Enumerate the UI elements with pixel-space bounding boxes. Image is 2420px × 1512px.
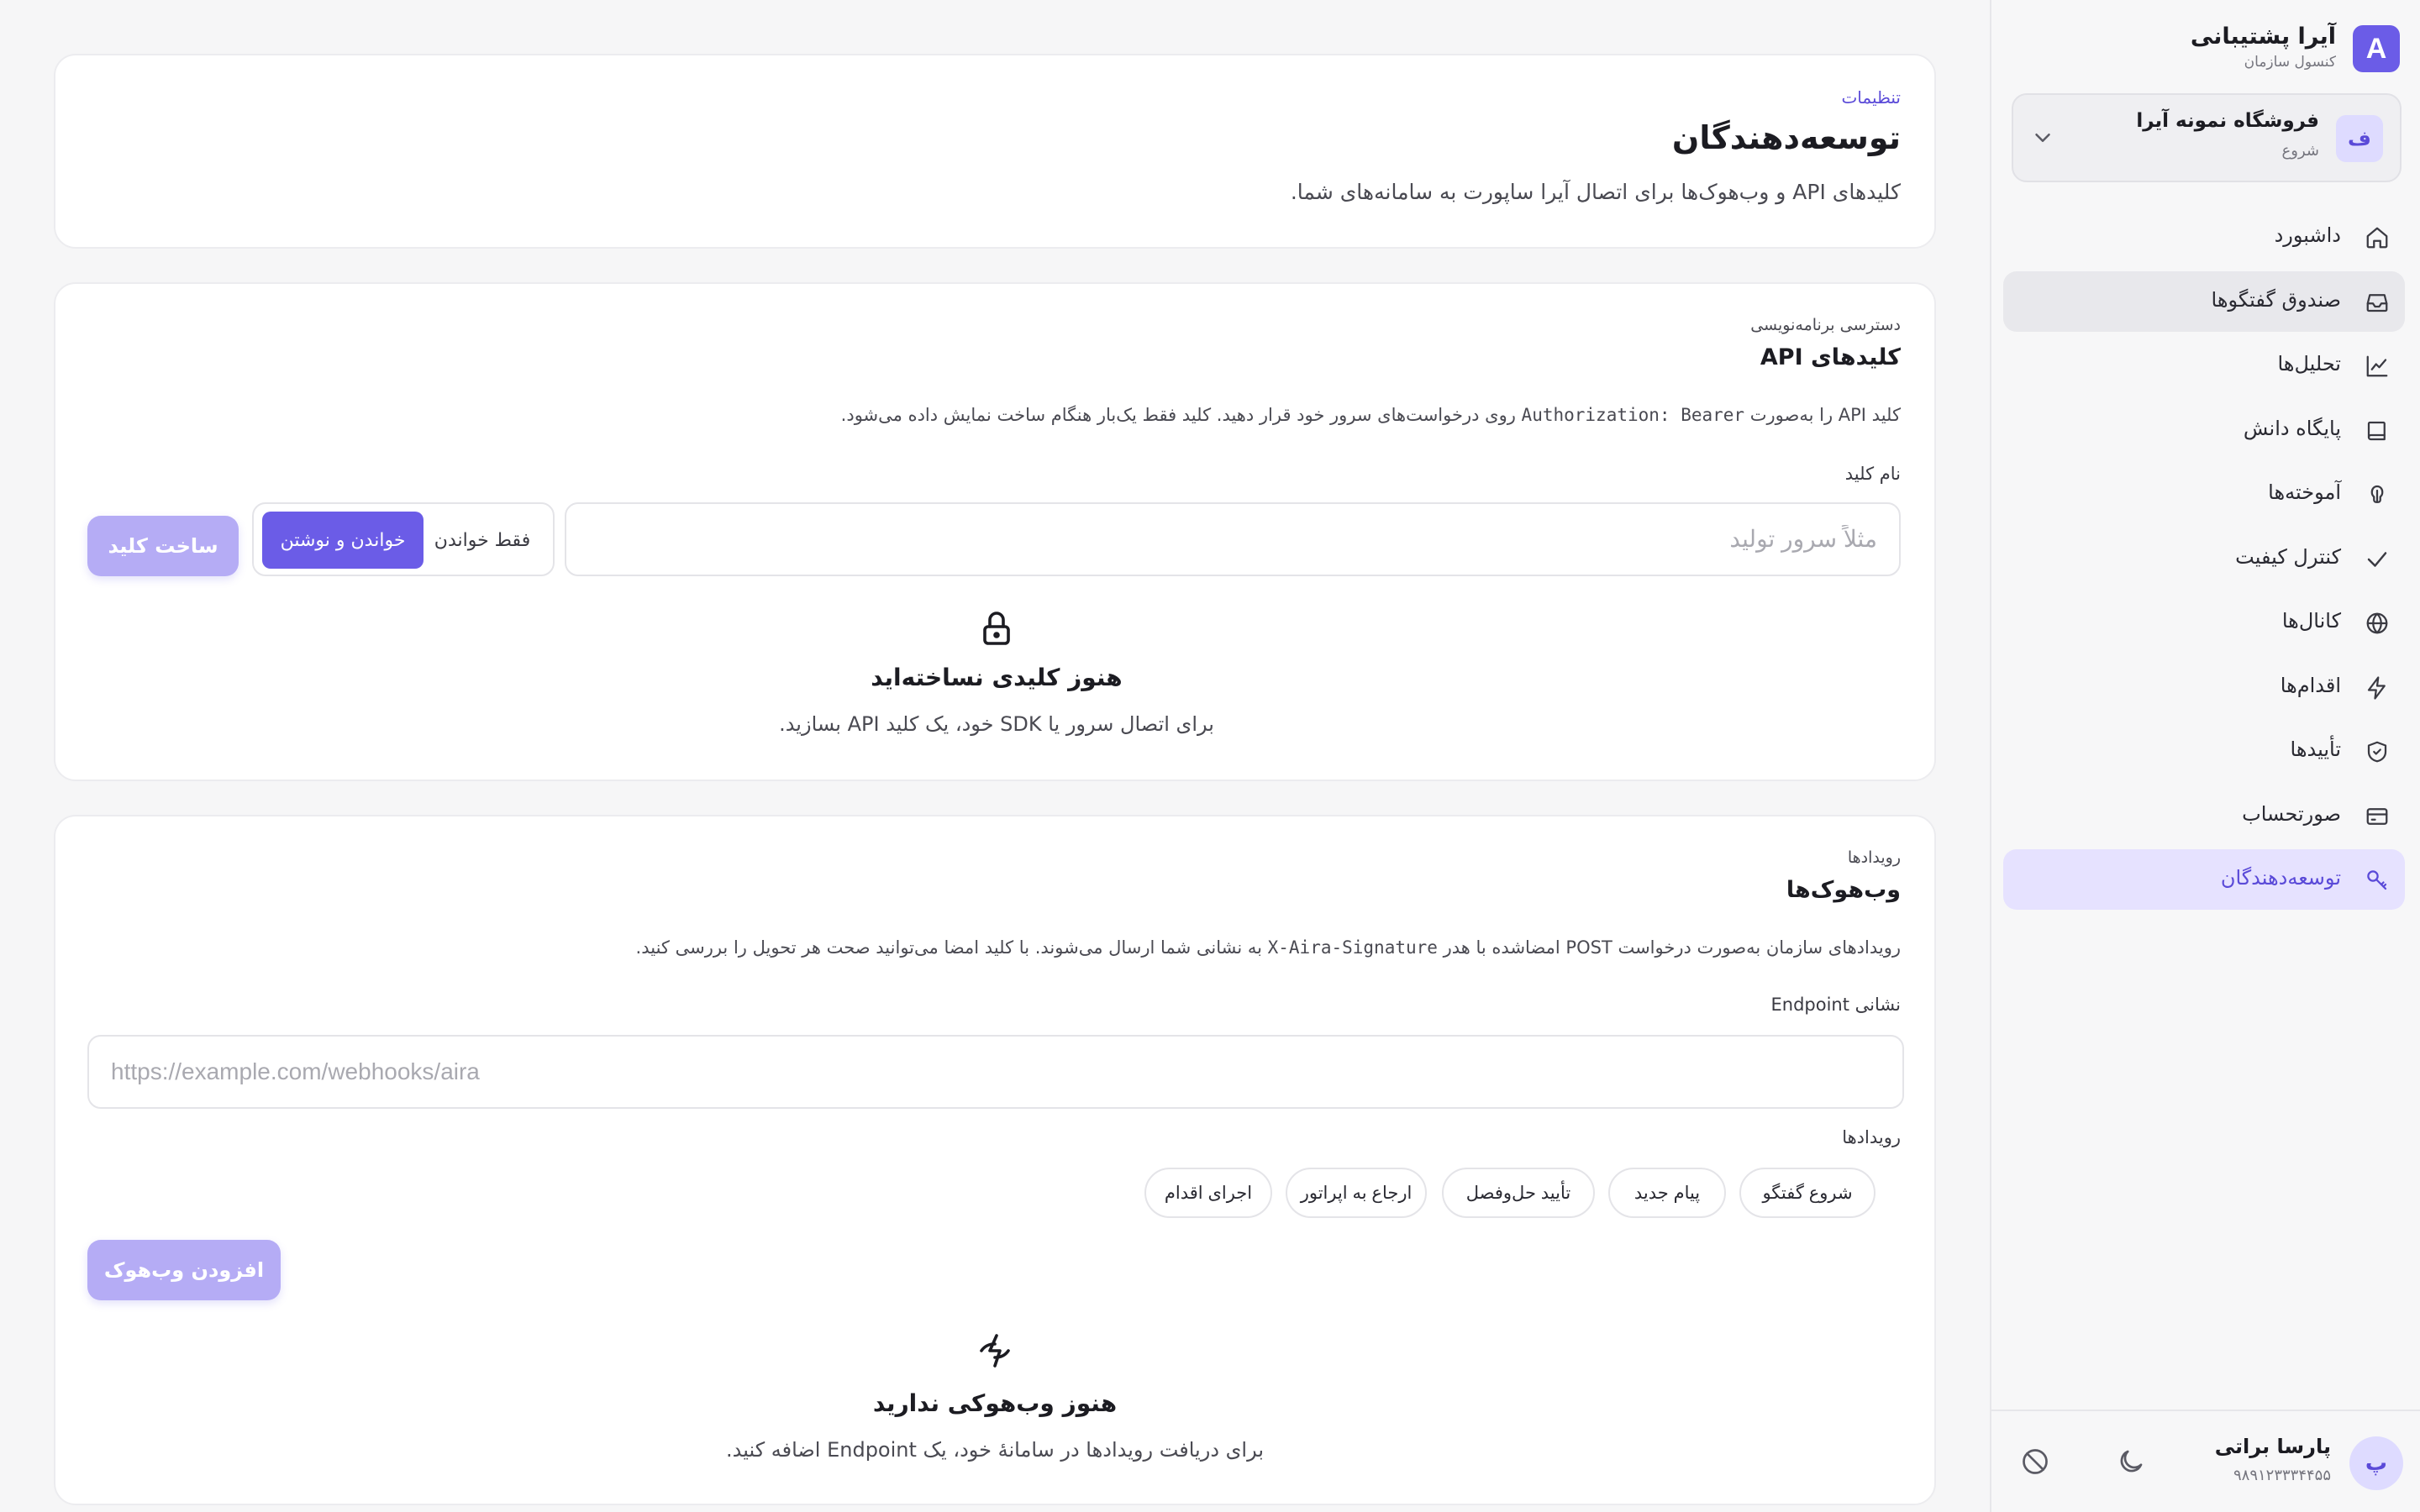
brand-title: آیرا پشتیبانی (2190, 24, 2336, 50)
endpoint-label: نشانی Endpoint (1770, 995, 1901, 1015)
sidebar-item-label: تحلیل‌ها (2277, 352, 2341, 375)
endpoint-input[interactable] (87, 1035, 1904, 1109)
sidebar-item-label: آموخته‌ها (2268, 480, 2341, 504)
brand-logo: A (2353, 25, 2400, 72)
sidebar-item-dashboard[interactable]: داشبورد (2003, 207, 2405, 267)
sidebar-item-label: توسعه‌دهندگان (2220, 866, 2341, 890)
api-keys-card: دسترسی برنامه‌نویسی کلیدهای API کلید API… (54, 282, 1936, 781)
globe-icon (2366, 612, 2388, 634)
sidebar-item-approvals[interactable]: تأییدها (2003, 721, 2405, 781)
sidebar-item-developers[interactable]: توسعه‌دهندگان (2003, 849, 2405, 910)
sidebar-item-label: پایگاه دانش (2243, 416, 2341, 440)
webhooks-title: وب‌هوک‌ها (1786, 877, 1901, 903)
create-key-button[interactable]: ساخت کلید (87, 516, 239, 576)
sidebar-item-actions[interactable]: اقدام‌ها (2003, 657, 2405, 717)
mode-read-only-button[interactable]: فقط خواندن (420, 512, 544, 569)
sidebar-item-label: کانال‌ها (2281, 609, 2341, 633)
api-keys-eyebrow: دسترسی برنامه‌نویسی (1750, 316, 1901, 334)
chart-icon (2366, 355, 2388, 377)
chevron-down-icon (2035, 134, 2050, 142)
event-chip-action-run[interactable]: اجرای اقدام (1144, 1168, 1272, 1218)
event-chip-new-message[interactable]: پیام جدید (1608, 1168, 1726, 1218)
key-icon (2367, 870, 2387, 890)
home-icon (2366, 227, 2388, 249)
sidebar-item-label: صندوق گفتگوها (2211, 287, 2342, 312)
sidebar-item-channels[interactable]: کانال‌ها (2003, 592, 2405, 653)
sidebar-item-label: اقدام‌ها (2280, 673, 2341, 697)
header-code: Authorization: Bearer (1521, 405, 1745, 425)
brand-subtitle: کنسول سازمان (2244, 54, 2336, 71)
event-chip-handoff[interactable]: ارجاع به اپراتور (1286, 1168, 1427, 1218)
empty-state-title: هنوز وب‌هوکی ندارید (872, 1389, 1118, 1417)
events-label: رویدادها (1842, 1127, 1901, 1147)
credit-card-icon (2366, 807, 2388, 825)
webhooks-description: رویدادهای سازمان به‌صورت درخواست POST ام… (635, 937, 1901, 958)
webhook-icon (980, 1334, 1010, 1368)
sidebar-item-label: صورتحساب (2242, 801, 2341, 826)
sidebar-item-inbox[interactable]: صندوق گفتگوها (2003, 270, 2405, 332)
sidebar-item-analytics[interactable]: تحلیل‌ها (2003, 335, 2405, 396)
sidebar-item-quality-control[interactable]: کنترل کیفیت (2003, 528, 2405, 589)
org-avatar: ف (2336, 115, 2383, 162)
sidebar-nav: داشبورد صندوق گفتگوها تحلیل‌ها پایگاه دا… (2003, 207, 2405, 914)
page-title: توسعه‌دهندگان (1671, 119, 1901, 156)
user-name: پارسا براتی (2214, 1435, 2331, 1458)
org-name: فروشگاه نمونه آیرا (2136, 110, 2319, 132)
key-name-input[interactable] (565, 502, 1901, 576)
api-keys-description: کلید API را به‌صورت Authorization: Beare… (840, 405, 1901, 425)
brain-icon (2370, 485, 2384, 503)
empty-state-title: هنوز کلیدی نساخته‌اید (871, 664, 1123, 691)
event-chip-conversation-started[interactable]: شروع گفتگو (1739, 1168, 1876, 1218)
lock-icon (983, 612, 1010, 645)
sidebar-item-label: داشبورد (2274, 223, 2341, 247)
logout-icon[interactable] (2020, 1446, 2050, 1477)
mode-read-write-button[interactable]: خواندن و نوشتن (262, 512, 424, 569)
sidebar: A آیرا پشتیبانی کنسول سازمان ف فروشگاه ن… (1990, 0, 2420, 1512)
page-description: کلیدهای API و وب‌هوک‌ها برای اتصال آیرا … (1290, 180, 1901, 204)
brand: A آیرا پشتیبانی کنسول سازمان (2013, 24, 2400, 76)
api-keys-title: کلیدهای API (1760, 344, 1901, 370)
sidebar-item-label: تأییدها (2290, 738, 2341, 761)
page-header-card: تنظیمات توسعه‌دهندگان کلیدهای API و وب‌ه… (54, 54, 1936, 249)
org-plan-badge: شروع (2281, 142, 2319, 160)
event-chip-resolution-confirmed[interactable]: تأیید حل‌وفصل (1442, 1168, 1595, 1218)
header-code: X-Aira-Signature (1267, 937, 1438, 958)
sidebar-item-billing[interactable]: صورتحساب (2003, 785, 2405, 846)
user-profile: پ پارسا براتی ۹۸۹۱۲۳۳۳۴۴۵۵ (1991, 1410, 2420, 1512)
key-name-label: نام کلید (1844, 464, 1901, 484)
organization-switcher[interactable]: ف فروشگاه نمونه آیرا شروع (2012, 93, 2402, 182)
empty-state-description: برای اتصال سرور یا SDK خود، یک کلید API … (779, 712, 1214, 736)
bolt-icon (2367, 675, 2386, 700)
avatar[interactable]: پ (2349, 1436, 2403, 1490)
add-webhook-button[interactable]: افزودن وب‌هوک (87, 1240, 281, 1300)
sidebar-item-knowledge-base[interactable]: پایگاه دانش (2003, 400, 2405, 460)
book-icon (2367, 421, 2386, 440)
sidebar-item-label: کنترل کیفیت (2235, 544, 2341, 569)
breadcrumb[interactable]: تنظیمات (1841, 87, 1901, 108)
inbox-icon (2366, 293, 2388, 312)
check-icon (2367, 551, 2387, 567)
sidebar-item-learnings[interactable]: آموخته‌ها (2003, 464, 2405, 524)
permission-toggle: فقط خواندن خواندن و نوشتن (252, 502, 555, 576)
webhooks-eyebrow: رویدادها (1847, 848, 1901, 867)
user-phone: ۹۸۹۱۲۳۳۳۴۴۵۵ (2233, 1467, 2331, 1484)
shield-check-icon (2367, 741, 2387, 763)
moon-icon[interactable] (2116, 1446, 2146, 1477)
empty-state-description: برای دریافت رویدادها در سامانهٔ خود، یک … (725, 1438, 1265, 1462)
